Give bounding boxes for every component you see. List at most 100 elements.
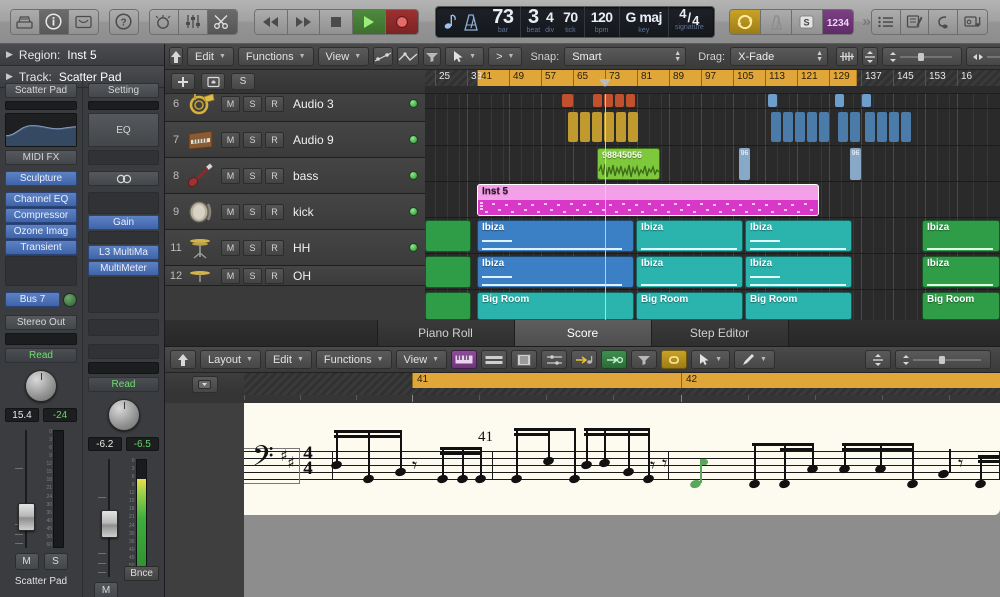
snap-popup[interactable]: Smart ▲ ▼ (564, 47, 687, 66)
record-enable-led[interactable] (409, 171, 418, 180)
metronome-icon[interactable] (761, 9, 792, 34)
menu-edit[interactable]: Edit ▼ (264, 350, 312, 369)
view-mode-linear-icon[interactable] (481, 350, 508, 369)
drag-popup[interactable]: X-Fade ▲ ▼ (730, 47, 829, 66)
mute-button[interactable]: M (221, 131, 240, 148)
record-button[interactable]: R (265, 203, 284, 220)
audio-region[interactable] (850, 112, 860, 142)
stereo-mode-icon[interactable] (88, 171, 159, 186)
question-mark-icon[interactable]: ? (109, 9, 139, 34)
horizontal-zoom-slider[interactable] (966, 47, 1000, 66)
notes-pad-icon[interactable] (900, 9, 930, 34)
record-enable-led[interactable] (409, 135, 418, 144)
instrument-slot[interactable]: Sculpture (5, 171, 77, 186)
solo-button[interactable]: S (243, 95, 262, 112)
flex-pitch-icon[interactable] (862, 47, 879, 66)
toolbar-overflow-icon[interactable]: » (862, 13, 870, 30)
notehead[interactable] (778, 478, 791, 490)
navigate-up-icon[interactable] (170, 350, 196, 369)
stop-icon[interactable] (320, 9, 353, 34)
command-click-tool[interactable]: > ▼ (488, 47, 523, 66)
audio-region[interactable] (819, 112, 829, 142)
smart-controls-icon[interactable] (68, 9, 98, 34)
audio-clip[interactable] (593, 94, 602, 107)
solo-button[interactable]: S (243, 203, 262, 220)
solo-button[interactable]: S (243, 267, 262, 284)
insert-slot-2[interactable]: Compressor (5, 208, 77, 223)
editor-zoom-slider[interactable] (895, 350, 991, 369)
record-enable-led[interactable] (409, 99, 418, 108)
midi-region-big-room[interactable]: Big Room (745, 292, 852, 320)
notehead[interactable] (362, 473, 375, 485)
track-name[interactable]: Audio 3 (293, 97, 334, 111)
menu-view[interactable]: View ▼ (395, 350, 448, 369)
lcd-key[interactable]: G maj key (620, 6, 669, 37)
midi-fx-placeholder[interactable] (88, 150, 159, 165)
mixer-icon[interactable] (179, 9, 209, 34)
output-placeholder[interactable] (88, 344, 159, 359)
notehead[interactable] (974, 478, 987, 490)
send-placeholder[interactable] (88, 319, 159, 336)
bounce-button[interactable]: Bnce (124, 566, 159, 581)
empty-insert-top[interactable] (88, 192, 159, 214)
track-row[interactable]: 6 M S R Audio 3 (165, 94, 425, 122)
tab-piano-roll[interactable]: Piano Roll (376, 320, 514, 346)
catch-playhead-icon[interactable] (601, 350, 628, 369)
menu-edit[interactable]: Edit ▼ (187, 47, 234, 66)
midi-region-inst-5[interactable]: Inst 5 (477, 184, 819, 216)
record-icon[interactable] (385, 9, 419, 34)
lcd-tempo[interactable]: 120 bpm (585, 6, 620, 37)
arrange-canvas[interactable]: 98845056 96 96 Inst 5 Ibiza Ibiza Ibiza … (425, 94, 1000, 320)
lcd-tick[interactable]: 70 tick (557, 6, 585, 37)
send-level-knob-icon[interactable] (63, 292, 77, 307)
audio-region[interactable] (592, 112, 602, 142)
automation-mode-slot[interactable]: Read (88, 377, 159, 392)
output-slot[interactable]: Stereo Out (5, 315, 77, 330)
lcd-display[interactable]: 73 bar 3 beat 4 div 70 tick 120 bpm G ma… (435, 5, 716, 38)
vertical-zoom-slider[interactable] (882, 47, 963, 66)
balance-knob[interactable] (107, 399, 140, 431)
audio-clip[interactable] (615, 94, 624, 107)
audio-region[interactable] (628, 112, 638, 142)
volume-fader[interactable] (97, 459, 120, 577)
audio-region[interactable] (616, 112, 626, 142)
command-click-tool[interactable]: ▼ (734, 350, 775, 369)
notehead[interactable] (748, 478, 761, 490)
audio-region[interactable] (795, 112, 805, 142)
part-box-icon[interactable] (541, 350, 568, 369)
insert-slot-3[interactable]: MultiMeter (88, 261, 159, 276)
rewind-icon[interactable] (254, 9, 288, 34)
track-name[interactable]: Audio 9 (293, 133, 334, 147)
notehead[interactable] (622, 466, 635, 478)
empty-insert-slots[interactable] (5, 256, 77, 286)
menu-functions[interactable]: Functions ▼ (315, 350, 392, 369)
lcd-beat[interactable]: 3 beat (521, 7, 543, 37)
midi-region-ibiza[interactable] (425, 256, 471, 288)
audio-clip[interactable] (626, 94, 635, 107)
record-button[interactable]: R (265, 131, 284, 148)
record-button[interactable]: R (265, 167, 284, 184)
menu-layout[interactable]: Layout ▼ (200, 350, 261, 369)
audio-region[interactable] (771, 112, 781, 142)
fast-forward-icon[interactable] (287, 9, 321, 34)
record-button[interactable]: R (265, 239, 284, 256)
midi-region-big-room[interactable] (425, 292, 471, 320)
tab-step-editor[interactable]: Step Editor (650, 320, 788, 346)
track-row[interactable]: 8 M S R bass (165, 158, 425, 194)
midi-region-big-room[interactable]: Big Room (922, 292, 1000, 320)
audio-clip-96[interactable]: 96 (850, 148, 861, 180)
playhead-marker[interactable] (599, 79, 611, 87)
track-name[interactable]: bass (293, 169, 318, 183)
region-inspector-header[interactable]: ▶ Region: Inst 5 (0, 44, 164, 66)
add-track-button[interactable] (171, 73, 195, 90)
track-row[interactable]: 9 M S R kick (165, 194, 425, 230)
automation-mode-slot[interactable]: Read (5, 348, 77, 363)
solo-button[interactable]: S (243, 167, 262, 184)
view-mode-piano-icon[interactable] (451, 350, 478, 369)
pan-value[interactable]: -6.2 (88, 437, 122, 451)
track-name[interactable]: kick (293, 205, 314, 219)
audio-clip[interactable] (562, 94, 573, 107)
pan-knob[interactable] (25, 370, 57, 402)
insert-slot-2[interactable]: L3 MultiMa (88, 245, 159, 260)
group-slot[interactable] (88, 362, 159, 374)
